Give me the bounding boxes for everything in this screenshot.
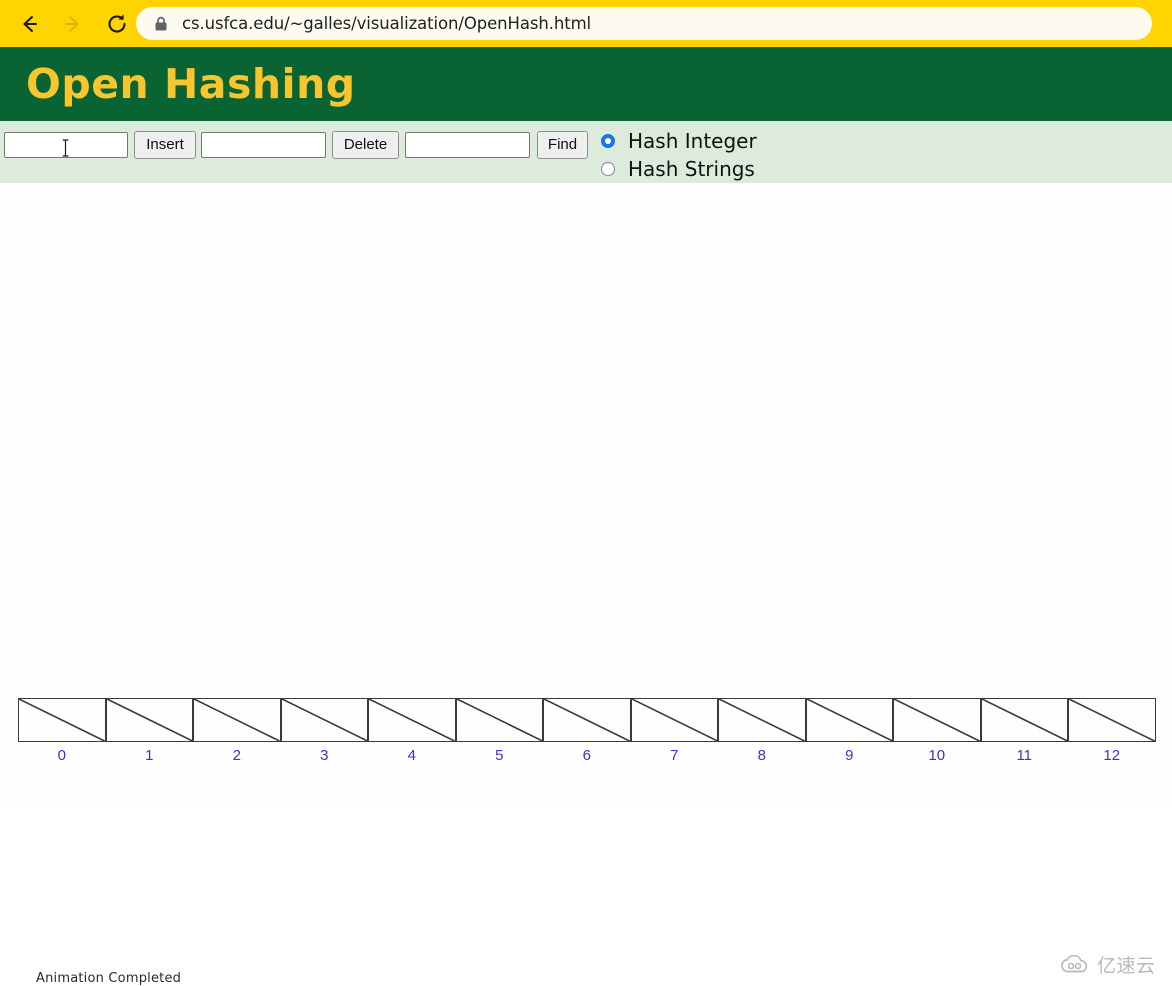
hash-bucket-12[interactable] [1068, 698, 1156, 742]
watermark: 亿速云 [1058, 951, 1156, 978]
page-title: Open Hashing [26, 60, 356, 108]
url-text: cs.usfca.edu/~galles/visualization/OpenH… [182, 14, 592, 33]
hash-bucket-5[interactable] [455, 698, 543, 742]
hash-bucket-index-2: 2 [232, 747, 241, 764]
null-pointer-slash-icon [281, 699, 367, 741]
back-button[interactable] [12, 7, 46, 41]
null-pointer-slash-icon [806, 699, 892, 741]
visualization-canvas[interactable]: 0 1 2 3 4 5 6 7 8 9 10 11 12 Animation Completed 亿速云 [0, 183, 1172, 986]
radio-option-hash-integer[interactable]: Hash Integer [601, 127, 757, 155]
insert-button[interactable]: Insert [134, 131, 196, 159]
hash-bucket-7[interactable] [630, 698, 718, 742]
insert-input[interactable] [4, 132, 128, 158]
watermark-text: 亿速云 [1097, 955, 1156, 977]
delete-button[interactable]: Delete [332, 131, 399, 159]
radio-label-hash-integer: Hash Integer [628, 129, 757, 153]
hash-bucket-index-3: 3 [320, 747, 329, 764]
radio-selected-icon[interactable] [601, 134, 615, 148]
hash-table: 0 1 2 3 4 5 6 7 8 9 10 11 12 [18, 698, 1156, 764]
null-pointer-slash-icon [719, 699, 805, 741]
null-pointer-slash-icon [456, 699, 542, 741]
null-pointer-slash-icon [631, 699, 717, 741]
hash-bucket-1[interactable] [105, 698, 193, 742]
find-button[interactable]: Find [537, 131, 588, 159]
hash-bucket-index-7: 7 [670, 747, 679, 764]
hash-bucket-index-8: 8 [757, 747, 766, 764]
null-pointer-slash-icon [1069, 699, 1155, 741]
hash-bucket-index-4: 4 [407, 747, 416, 764]
hash-bucket-3[interactable] [280, 698, 368, 742]
radio-option-hash-strings[interactable]: Hash Strings [601, 155, 757, 183]
hash-bucket-index-10: 10 [928, 747, 946, 764]
radio-label-hash-strings: Hash Strings [628, 157, 755, 181]
hash-bucket-index-1: 1 [145, 747, 154, 764]
reload-icon [108, 13, 126, 32]
hash-bucket-8[interactable] [718, 698, 806, 742]
hash-bucket-9[interactable] [805, 698, 893, 742]
null-pointer-slash-icon [369, 699, 455, 741]
cloud-icon [1061, 954, 1088, 972]
null-pointer-slash-icon [981, 699, 1067, 741]
null-pointer-slash-icon [894, 699, 980, 741]
hash-bucket-11[interactable] [980, 698, 1068, 742]
address-bar[interactable]: cs.usfca.edu/~galles/visualization/OpenH… [136, 7, 1152, 40]
hash-bucket-6[interactable] [543, 698, 631, 742]
hash-bucket-0[interactable] [18, 698, 106, 742]
status-message: Animation Completed [36, 971, 182, 986]
back-arrow-icon [23, 15, 37, 32]
delete-input[interactable] [201, 132, 326, 158]
null-pointer-slash-icon [106, 699, 192, 741]
hash-bucket-index-12: 12 [1103, 747, 1121, 764]
null-pointer-slash-icon [194, 699, 280, 741]
reload-button[interactable] [100, 7, 134, 41]
forward-button[interactable] [56, 7, 90, 41]
browser-toolbar: cs.usfca.edu/~galles/visualization/OpenH… [0, 0, 1172, 47]
find-input[interactable] [405, 132, 530, 158]
hash-bucket-index-6: 6 [582, 747, 591, 764]
null-pointer-slash-icon [544, 699, 630, 741]
hash-bucket-10[interactable] [893, 698, 981, 742]
hash-mode-radio-group: Hash Integer Hash Strings [601, 127, 757, 183]
lock-icon [154, 16, 168, 32]
radio-unselected-icon[interactable] [601, 162, 615, 176]
hash-bucket-index-5: 5 [495, 747, 504, 764]
null-pointer-slash-icon [19, 699, 105, 741]
hash-bucket-index-0: 0 [57, 747, 66, 764]
hash-bucket-4[interactable] [368, 698, 456, 742]
hash-bucket-2[interactable] [193, 698, 281, 742]
forward-arrow-icon [65, 15, 79, 32]
hash-bucket-index-9: 9 [845, 747, 854, 764]
hash-bucket-index-11: 11 [1016, 747, 1033, 764]
